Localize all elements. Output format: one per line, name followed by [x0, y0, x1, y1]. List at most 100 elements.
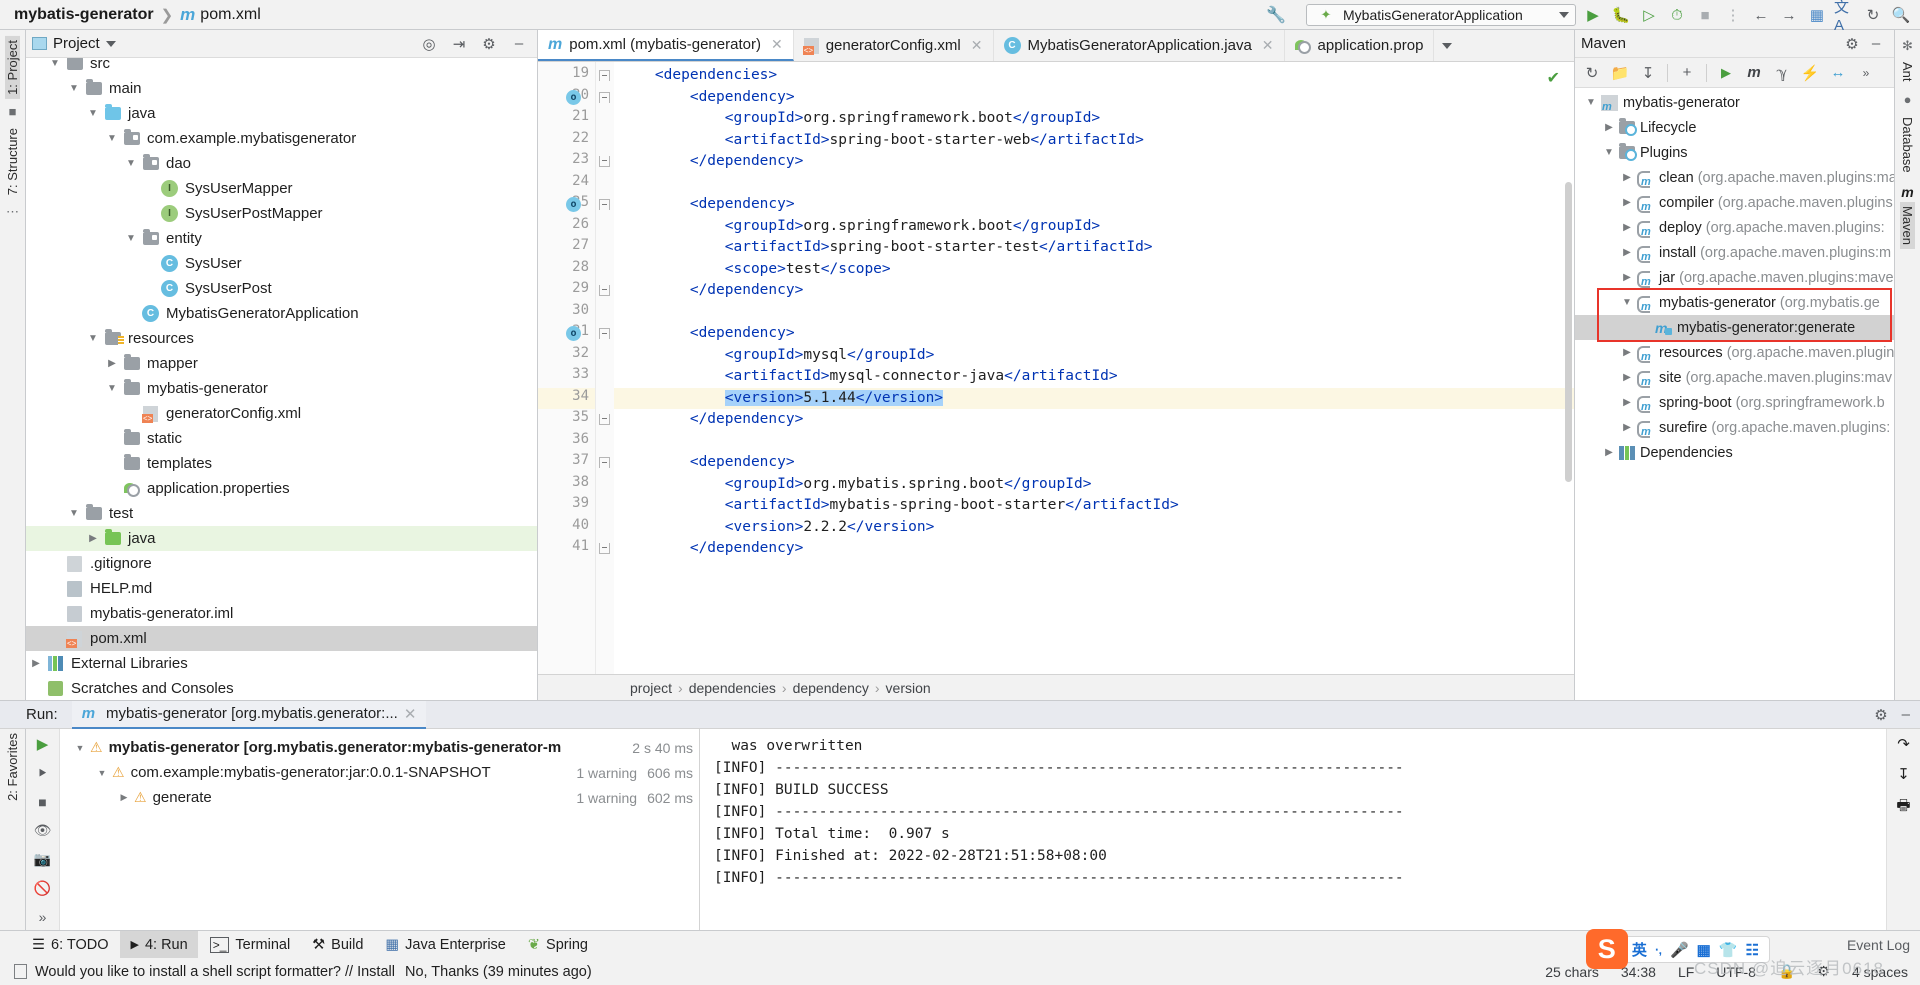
- scroll-to-end-icon[interactable]: ↧: [1897, 765, 1910, 783]
- run-configuration-selector[interactable]: ✦ MybatisGeneratorApplication: [1306, 4, 1576, 26]
- gear-icon[interactable]: ⚙: [1874, 706, 1887, 724]
- project-tree-row[interactable]: C SysUser: [26, 251, 537, 276]
- run-tree-row[interactable]: ▼ ⚠ mybatis-generator [org.mybatis.generat…: [60, 735, 699, 760]
- back-arrow-icon[interactable]: ←: [1750, 4, 1772, 26]
- expand-arrow-icon[interactable]: ▶: [114, 792, 134, 803]
- tool-window-button[interactable]: ▦ Java Enterprise: [375, 931, 515, 959]
- collapse-arrow-icon[interactable]: [83, 333, 103, 344]
- maven-m-icon[interactable]: m: [1741, 61, 1767, 85]
- code-line[interactable]: <groupId>org.springframework.boot</group…: [614, 216, 1574, 238]
- collapse-arrow-icon[interactable]: [1581, 97, 1601, 108]
- fold-marker[interactable]: [596, 280, 614, 302]
- gear-icon[interactable]: ⚙: [1840, 35, 1864, 53]
- expand-arrow-icon[interactable]: [1617, 247, 1637, 258]
- run-console-output[interactable]: was overwritten [INFO] ------------------…: [700, 729, 1886, 930]
- code-line[interactable]: <artifactId>spring-boot-starter-web</art…: [614, 130, 1574, 152]
- fold-marker[interactable]: [596, 237, 614, 259]
- project-tree-row[interactable]: entity: [26, 226, 537, 251]
- fold-marker[interactable]: [596, 302, 614, 324]
- code-line[interactable]: <dependencies>: [614, 65, 1574, 87]
- tool-tab-structure[interactable]: 7: Structure: [5, 124, 20, 199]
- expand-arrow-icon[interactable]: [1617, 397, 1637, 408]
- expand-arrow-icon[interactable]: [1599, 447, 1619, 458]
- maven-tree-row[interactable]: site (org.apache.maven.plugins:mav: [1575, 365, 1894, 390]
- fold-marker[interactable]: [596, 366, 614, 388]
- fold-marker[interactable]: [596, 345, 614, 367]
- fold-marker[interactable]: [596, 517, 614, 539]
- profiler-button[interactable]: ⏱: [1666, 4, 1688, 26]
- maven-tree-row[interactable]: Plugins: [1575, 140, 1894, 165]
- code-line[interactable]: <dependency>: [614, 87, 1574, 109]
- breadcrumb-item[interactable]: dependency: [793, 680, 869, 696]
- close-icon[interactable]: ✕: [971, 37, 983, 54]
- tool-tab-database[interactable]: Database: [1900, 113, 1915, 177]
- eye-icon[interactable]: 👁: [34, 822, 52, 839]
- run-tree-row[interactable]: ▼ ⚠ com.example:mybatis-generator:jar:0.0.…: [60, 760, 699, 785]
- breadcrumb-item[interactable]: version: [886, 680, 931, 696]
- maven-tree-row[interactable]: compiler (org.apache.maven.plugins:: [1575, 190, 1894, 215]
- code-line[interactable]: </dependency>: [614, 151, 1574, 173]
- fold-marker[interactable]: [596, 194, 614, 216]
- tool-window-button[interactable]: ▶ 4: Run: [120, 930, 198, 959]
- forward-arrow-icon[interactable]: →: [1778, 4, 1800, 26]
- code-line[interactable]: <groupId>mysql</groupId>: [614, 345, 1574, 367]
- project-tree-row[interactable]: java: [26, 526, 537, 551]
- stop-button[interactable]: ■: [1694, 4, 1716, 26]
- code-editor[interactable]: 19 o2021 22 23 24 o2526 27 28 29 30 o3132 33 3435 36 3…: [538, 62, 1574, 674]
- collapse-arrow-icon[interactable]: [121, 233, 141, 244]
- expand-arrow-icon[interactable]: [1599, 122, 1619, 133]
- project-tree-row[interactable]: java: [26, 101, 537, 126]
- breadcrumb-item[interactable]: dependencies: [689, 680, 776, 696]
- fold-marker[interactable]: [596, 474, 614, 496]
- project-tree-row[interactable]: dao: [26, 151, 537, 176]
- tool-window-button[interactable]: ☰ 6: TODO: [22, 931, 118, 959]
- maven-tree-row[interactable]: mybatis-generator:generate: [1575, 315, 1894, 340]
- more-run-icon[interactable]: ⋮: [1722, 4, 1744, 26]
- commit-icon[interactable]: ■: [9, 104, 17, 119]
- hide-panel-icon[interactable]: –: [507, 35, 531, 52]
- tool-tab-maven[interactable]: Maven: [1900, 202, 1915, 250]
- event-log-button[interactable]: Event Log: [1847, 937, 1920, 953]
- expand-arrow-icon[interactable]: [83, 533, 103, 544]
- breadcrumb-item[interactable]: project: [630, 680, 672, 696]
- project-tree-row[interactable]: mybatis-generator: [26, 376, 537, 401]
- editor-tab-bar[interactable]: mpom.xml (mybatis-generator)✕generatorCo…: [538, 30, 1574, 62]
- project-tree-row[interactable]: com.example.mybatisgenerator: [26, 126, 537, 151]
- skip-tests-icon[interactable]: ℽ: [1769, 61, 1795, 85]
- collapse-arrow-icon[interactable]: [1599, 147, 1619, 158]
- plus-icon[interactable]: +: [1674, 61, 1700, 85]
- project-tree-row[interactable]: External Libraries: [26, 651, 537, 676]
- search-everywhere-icon[interactable]: 🔍: [1890, 4, 1912, 26]
- code-line[interactable]: <dependency>: [614, 194, 1574, 216]
- project-tree-row[interactable]: Scratches and Consoles: [26, 676, 537, 700]
- expand-arrow-icon[interactable]: [1617, 197, 1637, 208]
- expand-arrow-icon[interactable]: [1617, 172, 1637, 183]
- project-tree-row[interactable]: resources: [26, 326, 537, 351]
- tool-tab-favorites[interactable]: 2: Favorites: [5, 729, 20, 805]
- project-tree-row[interactable]: src: [26, 58, 537, 76]
- project-tree-row[interactable]: I SysUserPostMapper: [26, 201, 537, 226]
- maven-tree-row[interactable]: clean (org.apache.maven.plugins:ma: [1575, 165, 1894, 190]
- rerun-icon[interactable]: ▶: [37, 735, 49, 753]
- code-folding-column[interactable]: [596, 62, 614, 674]
- hide-panel-icon[interactable]: –: [1864, 35, 1888, 52]
- project-tree-row[interactable]: .gitignore: [26, 551, 537, 576]
- code-line[interactable]: <version>2.2.2</version>: [614, 517, 1574, 539]
- maven-tree-row[interactable]: spring-boot (org.springframework.b: [1575, 390, 1894, 415]
- collapse-arrow-icon[interactable]: [64, 508, 84, 519]
- project-tree-row[interactable]: main: [26, 76, 537, 101]
- expand-arrow-icon[interactable]: [1617, 422, 1637, 433]
- run-icon[interactable]: ▶: [1713, 61, 1739, 85]
- project-tree-row[interactable]: static: [26, 426, 537, 451]
- project-tree-row[interactable]: pom.xml: [26, 626, 537, 651]
- collapse-arrow-icon[interactable]: [45, 58, 65, 69]
- fold-marker[interactable]: [596, 431, 614, 453]
- translate-icon[interactable]: 文A: [1834, 0, 1856, 34]
- collapse-arrow-icon[interactable]: ▼: [92, 768, 112, 778]
- expand-icon[interactable]: ↔: [1825, 61, 1851, 85]
- code-line[interactable]: [614, 431, 1574, 453]
- resume-icon[interactable]: ⯈: [37, 765, 48, 782]
- bookmarks-icon[interactable]: ⋯: [6, 204, 19, 220]
- expand-arrow-icon[interactable]: [102, 358, 122, 369]
- more-icon[interactable]: »: [39, 909, 47, 925]
